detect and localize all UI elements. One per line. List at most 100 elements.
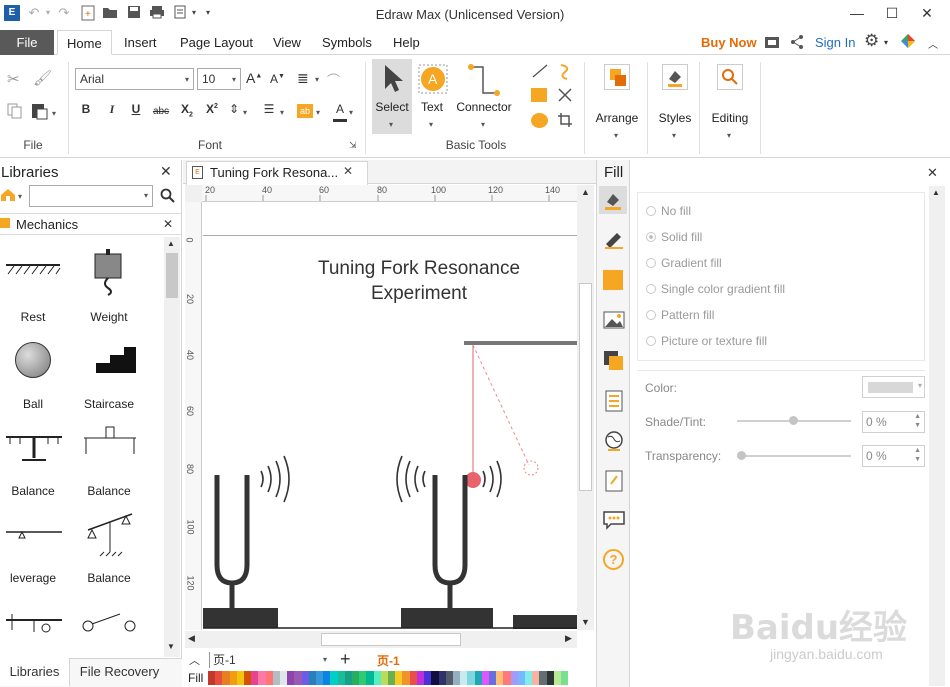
font-color-dropdown-icon[interactable]: ▾ xyxy=(349,108,353,117)
color-swatch[interactable] xyxy=(272,671,281,685)
comment-icon[interactable] xyxy=(603,510,625,533)
align-icon[interactable]: ≣ xyxy=(297,70,309,87)
styles-label[interactable]: Styles xyxy=(652,111,698,125)
color-swatch[interactable] xyxy=(402,671,410,685)
color-swatch[interactable] xyxy=(366,671,374,685)
superscript-button[interactable]: X2 xyxy=(203,102,221,122)
color-swatch[interactable] xyxy=(222,671,230,685)
category-close-icon[interactable]: ✕ xyxy=(163,217,173,231)
fill-option-gradient-fill[interactable]: Gradient fill xyxy=(646,256,722,270)
tab-help[interactable]: Help xyxy=(393,30,420,55)
color-swatch[interactable] xyxy=(244,671,252,685)
color-swatch[interactable] xyxy=(517,671,525,685)
color-swatch[interactable] xyxy=(215,671,223,685)
minimize-button[interactable]: — xyxy=(842,3,872,23)
fill-option-no-fill[interactable]: No fill xyxy=(646,204,691,218)
font-size-select[interactable]: 10 ▾ xyxy=(197,68,241,90)
color-swatch[interactable] xyxy=(424,671,432,685)
file-menu-button[interactable]: File xyxy=(0,30,54,55)
line-style-icon[interactable] xyxy=(603,230,625,253)
ball-shape-icon[interactable] xyxy=(15,342,51,378)
attachment-icon[interactable] xyxy=(605,470,623,495)
balance-shape-icon[interactable] xyxy=(82,424,138,459)
new-file-icon[interactable]: + xyxy=(80,5,96,21)
color-swatch[interactable] xyxy=(337,671,345,685)
color-swatch[interactable] xyxy=(330,671,338,685)
color-swatch[interactable] xyxy=(380,671,389,685)
fill-option-picture-texture[interactable]: Picture or texture fill xyxy=(646,334,767,348)
line-spacing-icon[interactable]: ⇕ xyxy=(227,102,241,122)
fill-panel-icon[interactable] xyxy=(599,186,627,214)
library-search-input[interactable]: ▾ xyxy=(29,185,153,207)
font-name-select[interactable]: Arial ▾ xyxy=(75,68,194,90)
tab-view[interactable]: View xyxy=(273,30,301,55)
shade-tint-spinner[interactable]: 0 % ▲ ▼ xyxy=(862,411,925,433)
format-painter-icon[interactable]: 🖌 xyxy=(33,69,52,87)
cut-icon[interactable]: ✂ xyxy=(7,70,20,88)
line-tool-icon[interactable] xyxy=(531,63,549,82)
document-tab-close-icon[interactable]: ✕ xyxy=(343,164,353,178)
settings-dropdown-icon[interactable]: ▾ xyxy=(884,38,888,47)
color-swatch[interactable] xyxy=(308,671,317,685)
color-swatch[interactable] xyxy=(236,671,245,685)
page-properties-icon[interactable] xyxy=(605,390,623,415)
leverage-shape-icon[interactable] xyxy=(4,526,64,543)
color-swatch[interactable] xyxy=(388,671,396,685)
ribbon-collapse-icon[interactable]: ︿ xyxy=(928,36,938,51)
paste-icon[interactable] xyxy=(31,102,49,123)
color-swatch[interactable] xyxy=(438,671,446,685)
add-page-button[interactable]: + xyxy=(340,649,351,669)
image-icon[interactable] xyxy=(603,310,625,333)
color-swatch[interactable] xyxy=(344,671,353,685)
color-swatch[interactable] xyxy=(301,671,309,685)
help-icon[interactable]: ? xyxy=(603,549,624,570)
copy-icon[interactable] xyxy=(7,103,23,122)
layers-icon[interactable] xyxy=(603,350,625,375)
color-swatch[interactable] xyxy=(359,671,367,685)
text-tool-label[interactable]: Text xyxy=(414,100,450,114)
library-home-dropdown-icon[interactable]: ▾ xyxy=(18,192,22,201)
text-dropdown-icon[interactable]: ▾ xyxy=(429,120,433,129)
color-palette[interactable] xyxy=(208,671,569,685)
arc-tool-icon[interactable] xyxy=(557,63,573,84)
color-swatch[interactable] xyxy=(323,671,331,685)
color-swatch[interactable] xyxy=(474,671,482,685)
paste-dropdown-icon[interactable]: ▾ xyxy=(52,109,56,118)
transparency-spinner[interactable]: 0 % ▲ ▼ xyxy=(862,445,925,467)
color-swatch[interactable] xyxy=(416,671,425,685)
tab-page-layout[interactable]: Page Layout xyxy=(180,30,253,55)
tab-symbols[interactable]: Symbols xyxy=(322,30,372,55)
bullets-icon[interactable]: ☰ xyxy=(262,102,276,122)
color-swatch[interactable] xyxy=(488,671,497,685)
styles-dropdown-icon[interactable]: ▾ xyxy=(672,131,676,140)
color-swatch[interactable] xyxy=(373,671,381,685)
close-window-button[interactable]: ✕ xyxy=(912,3,942,23)
save-icon[interactable] xyxy=(126,5,142,21)
share-icon[interactable] xyxy=(790,34,804,53)
color-swatch[interactable] xyxy=(229,671,237,685)
edraw-brand-icon[interactable] xyxy=(900,33,916,52)
color-swatch[interactable] xyxy=(316,671,324,685)
weight-shape-icon[interactable] xyxy=(93,248,125,299)
color-swatch[interactable] xyxy=(481,671,489,685)
bold-button[interactable]: B xyxy=(79,102,93,122)
color-swatch[interactable] xyxy=(452,671,461,685)
crop-tool-icon[interactable] xyxy=(557,112,573,131)
color-swatch[interactable] xyxy=(467,671,475,685)
tab-insert[interactable]: Insert xyxy=(124,30,157,55)
arrange-icon[interactable] xyxy=(604,64,630,90)
align-dropdown-icon[interactable]: ▾ xyxy=(315,75,319,84)
tab-libraries[interactable]: Libraries xyxy=(0,658,70,686)
color-swatch[interactable] xyxy=(503,671,511,685)
color-swatch[interactable] xyxy=(352,671,360,685)
shrink-font-icon[interactable]: A▼ xyxy=(270,72,285,86)
color-swatch[interactable] xyxy=(431,671,439,685)
sign-in-link[interactable]: Sign In xyxy=(815,35,855,50)
redo-icon[interactable]: ↷ xyxy=(56,5,72,21)
tab-home[interactable]: Home xyxy=(57,30,112,55)
page-tab-active[interactable]: 页-1 xyxy=(377,652,400,669)
ellipse-tool-icon[interactable] xyxy=(531,113,548,128)
shadow-icon[interactable] xyxy=(603,270,623,290)
buy-now-link[interactable]: Buy Now xyxy=(701,35,757,50)
page-tabs-collapse-icon[interactable]: ︿ xyxy=(189,652,200,668)
